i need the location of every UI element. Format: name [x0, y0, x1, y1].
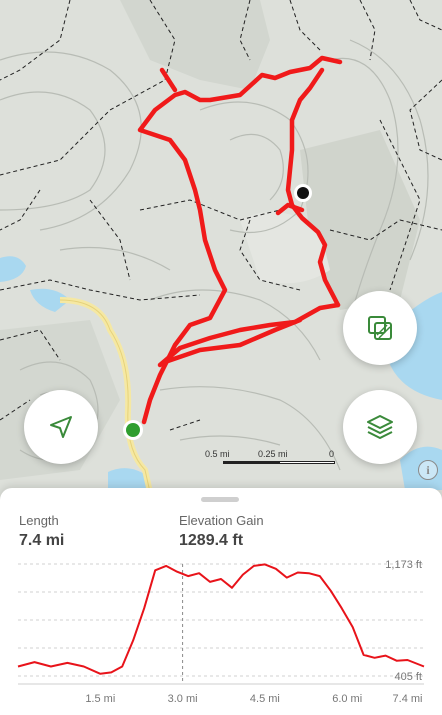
trail-map[interactable]: 0.5 mi 0.25 mi 0 i [0, 0, 442, 500]
length-label: Length [19, 513, 59, 528]
map-info-icon[interactable]: i [418, 460, 438, 480]
sheet-drag-handle[interactable] [201, 497, 239, 502]
locate-me-button[interactable] [24, 390, 98, 464]
scale-label-quarter-mile: 0.25 mi [258, 449, 288, 459]
map-overlay-button[interactable] [343, 291, 417, 365]
x-tick-label: 4.5 mi [250, 693, 280, 705]
x-tick-label: 3.0 mi [168, 693, 198, 705]
y-tick-min: 405 ft [394, 671, 422, 683]
x-tick-label: 1.5 mi [85, 693, 115, 705]
scale-label-zero: 0 [329, 449, 335, 459]
trail-details-sheet: Length 7.4 mi Elevation Gain 1289.4 ft 1… [0, 488, 442, 715]
x-tick-label: 7.4 mi [393, 693, 423, 705]
map-overlay-icon [368, 316, 392, 340]
map-scale-bar: 0.5 mi 0.25 mi 0 [205, 449, 337, 469]
elevation-gain-value: 1289.4 ft [179, 532, 244, 549]
length-value: 7.4 mi [19, 532, 65, 549]
navigation-arrow-icon [50, 416, 72, 438]
elevation-gain-label: Elevation Gain [179, 513, 264, 528]
scale-label-half-mile: 0.5 mi [205, 449, 230, 459]
map-layers-button[interactable] [343, 390, 417, 464]
elevation-profile-chart[interactable]: 1,173 ft 405 ft 1.5 mi 3.0 mi 4.5 mi 6.0 mi… [0, 550, 442, 715]
layers-icon [367, 415, 393, 439]
x-axis-ticks: 1.5 mi 3.0 mi 4.5 mi 6.0 mi 7.4 mi [85, 693, 422, 705]
y-tick-max: 1,173 ft [385, 559, 422, 571]
elevation-line [17, 563, 425, 675]
x-tick-label: 6.0 mi [332, 693, 362, 705]
